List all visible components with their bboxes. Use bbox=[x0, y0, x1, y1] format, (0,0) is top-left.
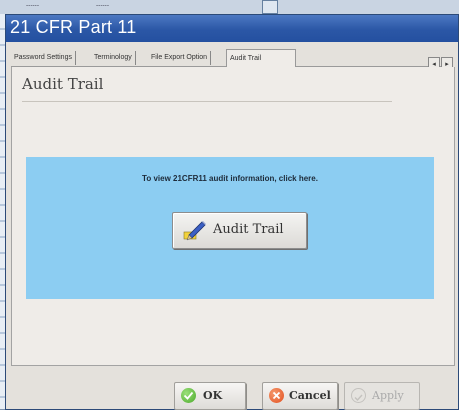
audit-trail-button[interactable]: Audit Trail bbox=[172, 212, 307, 249]
tab-label: Audit Trail bbox=[230, 55, 262, 62]
dialog-title: 21 CFR Part 11 bbox=[10, 17, 137, 37]
checkmark-icon bbox=[181, 388, 196, 403]
tab-label: File Export Option bbox=[151, 54, 208, 61]
background-toolbar: ------ ------ bbox=[0, 0, 459, 14]
cancel-button[interactable]: Cancel bbox=[262, 382, 338, 410]
tab-audit-trail[interactable]: Audit Trail bbox=[226, 49, 296, 67]
cancel-button-label: Cancel bbox=[289, 389, 331, 402]
pen-icon bbox=[183, 221, 206, 241]
cancel-x-icon bbox=[269, 388, 284, 403]
background-label: ------ bbox=[26, 2, 39, 9]
apply-button-label: Apply bbox=[372, 389, 404, 402]
tab-strip: Password Settings Terminology File Expor… bbox=[11, 49, 453, 71]
audit-trail-panel: Audit Trail To view 21CFR11 audit inform… bbox=[11, 67, 455, 366]
title-bar[interactable]: 21 CFR Part 11 bbox=[6, 15, 458, 42]
tab-label: Password Settings bbox=[14, 54, 72, 61]
ok-button[interactable]: OK bbox=[174, 382, 246, 410]
audit-info-box: To view 21CFR11 audit information, click… bbox=[26, 157, 434, 299]
background-window-icon bbox=[262, 0, 278, 14]
audit-info-text: To view 21CFR11 audit information, click… bbox=[142, 174, 318, 183]
apply-icon bbox=[351, 388, 366, 403]
heading-divider bbox=[22, 101, 392, 102]
background-label: ------ bbox=[96, 2, 109, 9]
tab-terminology[interactable]: Terminology bbox=[91, 51, 136, 65]
apply-button[interactable]: Apply bbox=[344, 382, 420, 410]
panel-heading: Audit Trail bbox=[22, 75, 104, 93]
tab-file-export-option[interactable]: File Export Option bbox=[148, 51, 212, 65]
audit-trail-button-label: Audit Trail bbox=[213, 222, 284, 237]
ok-button-label: OK bbox=[203, 389, 223, 402]
tab-password-settings[interactable]: Password Settings bbox=[11, 51, 76, 65]
cfr-part-11-dialog: 21 CFR Part 11 Password Settings Termino… bbox=[6, 15, 458, 410]
tab-label: Terminology bbox=[94, 54, 132, 61]
